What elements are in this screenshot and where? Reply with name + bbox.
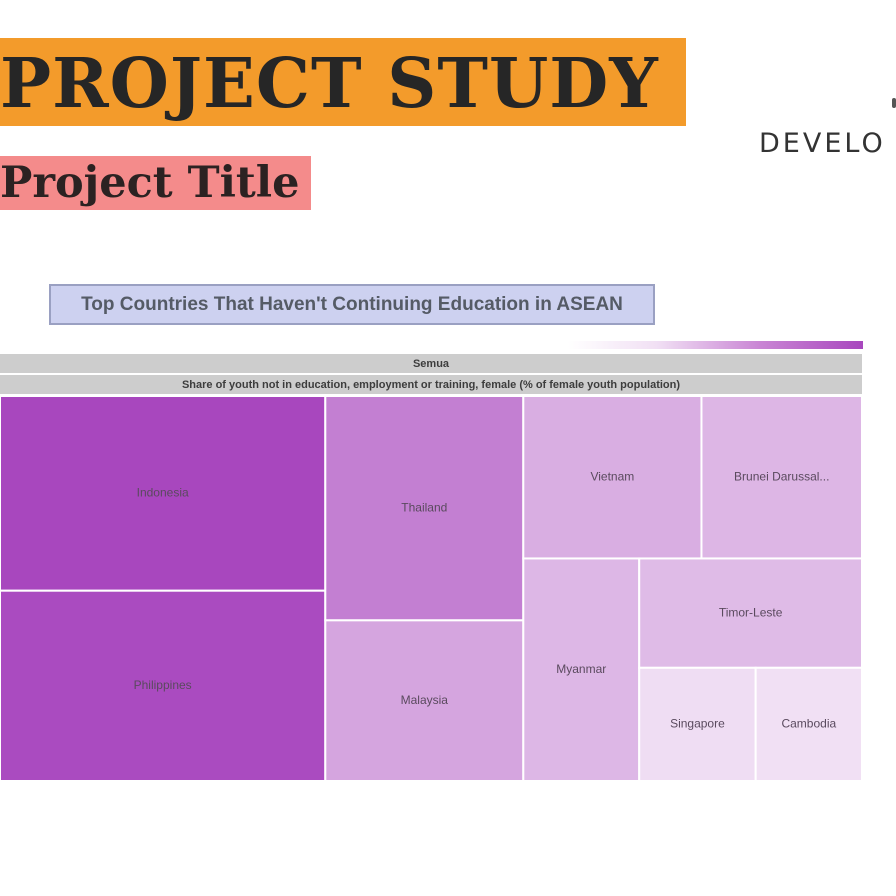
color-scale-legend — [568, 341, 863, 349]
chart-title-box: Top Countries That Haven't Continuing Ed… — [49, 284, 655, 325]
tile-label-vietnam: Vietnam — [590, 469, 634, 483]
treemap-series-header[interactable]: Share of youth not in education, employm… — [0, 375, 862, 394]
tile-cambodia[interactable]: Cambodia — [754, 666, 862, 781]
tile-label-philippines: Philippines — [134, 678, 192, 692]
treemap-svg: Indonesia Philippines Thailand Malaysia Viet… — [0, 396, 862, 781]
tile-brunei-darussal[interactable]: Brunei Darussal... — [700, 396, 862, 560]
tile-label-singapore: Singapore — [670, 717, 725, 731]
tile-timor-leste[interactable]: Timor-Leste — [638, 557, 862, 669]
tile-label-brunei-darussal: Brunei Darussal... — [734, 469, 829, 483]
tile-label-malaysia: Malaysia — [401, 693, 449, 707]
tile-singapore[interactable]: Singapore — [638, 666, 757, 781]
tile-label-timor-leste: Timor-Leste — [719, 605, 783, 619]
tile-philippines[interactable]: Philippines — [0, 589, 327, 781]
tile-vietnam[interactable]: Vietnam — [522, 396, 703, 560]
tile-myanmar[interactable]: Myanmar — [522, 557, 641, 781]
chart-title: Top Countries That Haven't Continuing Ed… — [81, 293, 623, 315]
tile-thailand[interactable]: Thailand — [324, 396, 525, 622]
decorative-mark — [892, 98, 896, 108]
tile-indonesia[interactable]: Indonesia — [0, 396, 327, 592]
project-title: Project Title — [0, 158, 300, 208]
side-text: DEVELO — [759, 128, 886, 159]
tile-label-indonesia: Indonesia — [137, 486, 189, 500]
tile-label-cambodia: Cambodia — [781, 717, 836, 731]
tile-label-thailand: Thailand — [401, 500, 447, 514]
tile-label-myanmar: Myanmar — [556, 662, 606, 676]
tile-malaysia[interactable]: Malaysia — [324, 619, 525, 781]
treemap: Indonesia Philippines Thailand Malaysia Viet… — [0, 396, 862, 781]
page-title: PROJECT STUDY — [0, 44, 659, 124]
treemap-root-header[interactable]: Semua — [0, 354, 862, 373]
